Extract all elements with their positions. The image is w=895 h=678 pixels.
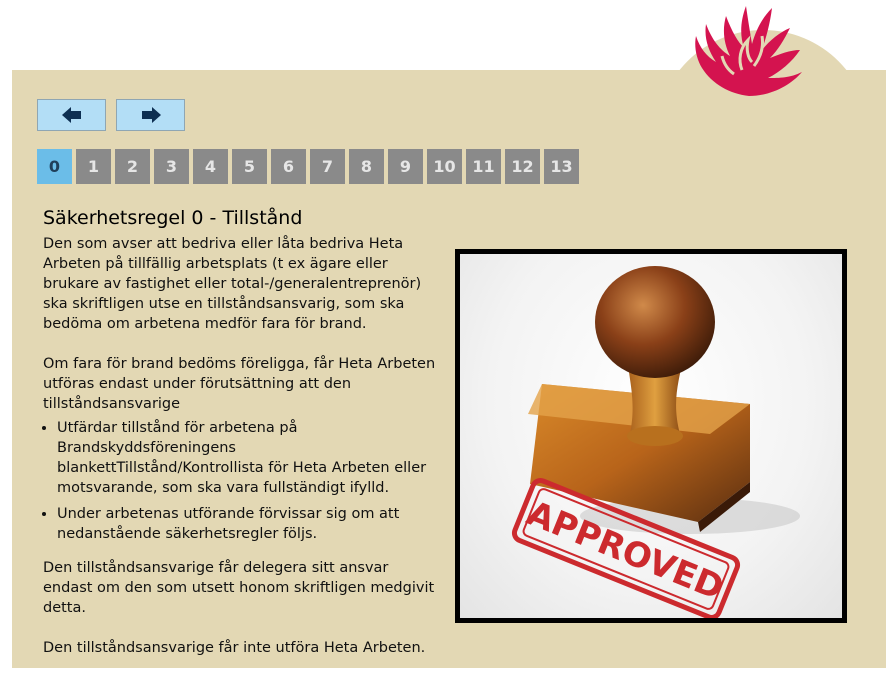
page-title: Säkerhetsregel 0 - Tillstånd [43, 207, 303, 229]
page-4-button[interactable]: 4 [193, 149, 228, 184]
paragraph-condition: Om fara för brand bedöms föreligga, får … [43, 356, 436, 412]
next-button[interactable] [116, 99, 185, 131]
paragraph-restriction: Den tillståndsansvarige får inte utföra … [43, 640, 426, 656]
approved-stamp-photo: APPROVED [460, 254, 842, 618]
paragraph-delegation: Den tillståndsansvarige får delegera sit… [43, 560, 435, 616]
arrow-right-icon [141, 107, 161, 123]
page-selector: 0 1 2 3 4 5 6 7 8 9 10 11 12 13 [37, 149, 579, 184]
page-6-button[interactable]: 6 [271, 149, 306, 184]
illustration-frame: APPROVED [455, 249, 847, 623]
paragraph-intro: Den som avser att bedriva eller låta bed… [43, 236, 422, 332]
page-13-button[interactable]: 13 [544, 149, 579, 184]
list-item: Under arbetenas utförande förvissar sig … [57, 504, 438, 544]
previous-button[interactable] [37, 99, 106, 131]
page-7-button[interactable]: 7 [310, 149, 345, 184]
page-10-button[interactable]: 10 [427, 149, 462, 184]
requirements-list: Utfärdar tillstånd för arbetena på Brand… [43, 418, 438, 544]
page-2-button[interactable]: 2 [115, 149, 150, 184]
page-1-button[interactable]: 1 [76, 149, 111, 184]
list-item: Utfärdar tillstånd för arbetena på Brand… [57, 418, 438, 498]
page-11-button[interactable]: 11 [466, 149, 501, 184]
page-9-button[interactable]: 9 [388, 149, 423, 184]
phoenix-logo-icon [695, 6, 802, 96]
arrow-left-icon [61, 107, 81, 123]
article: Säkerhetsregel 0 - Tillstånd Den som avs… [43, 206, 438, 658]
page-3-button[interactable]: 3 [154, 149, 189, 184]
page-5-button[interactable]: 5 [232, 149, 267, 184]
page-12-button[interactable]: 12 [505, 149, 540, 184]
page-0-button[interactable]: 0 [37, 149, 72, 184]
stamp-knob [595, 266, 715, 378]
page-8-button[interactable]: 8 [349, 149, 384, 184]
rubber-stamp-image: APPROVED [511, 266, 800, 618]
